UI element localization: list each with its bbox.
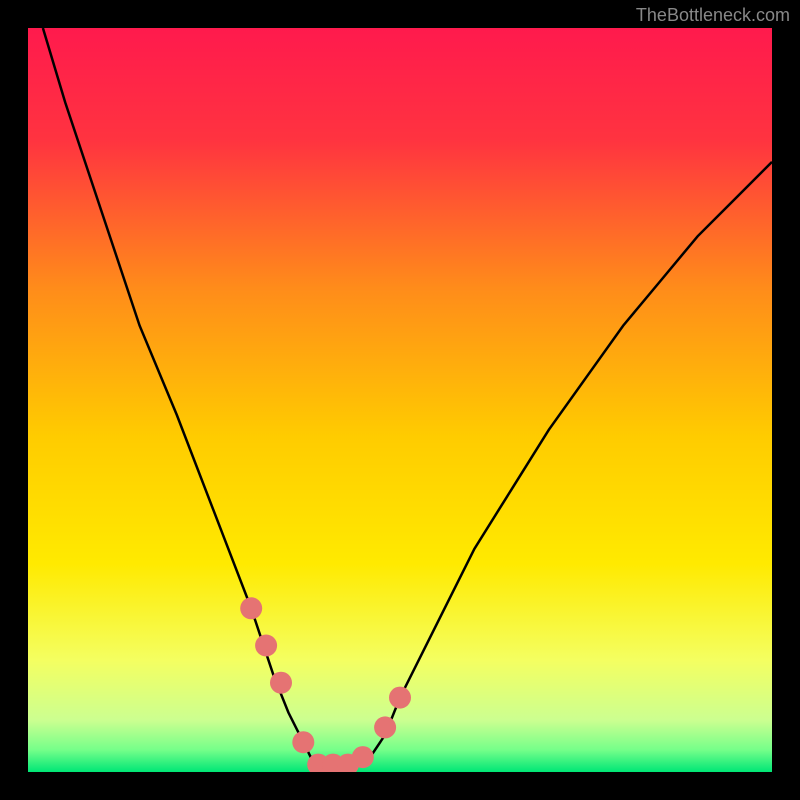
chart-svg <box>28 28 772 772</box>
highlight-marker <box>240 597 262 619</box>
chart-area <box>28 28 772 772</box>
watermark-text: TheBottleneck.com <box>636 5 790 26</box>
highlight-marker <box>270 672 292 694</box>
highlight-marker <box>352 746 374 768</box>
highlight-marker <box>374 716 396 738</box>
gradient-background <box>28 28 772 772</box>
chart-container: TheBottleneck.com <box>0 0 800 800</box>
highlight-marker <box>292 731 314 753</box>
highlight-marker <box>255 635 277 657</box>
highlight-marker <box>389 687 411 709</box>
